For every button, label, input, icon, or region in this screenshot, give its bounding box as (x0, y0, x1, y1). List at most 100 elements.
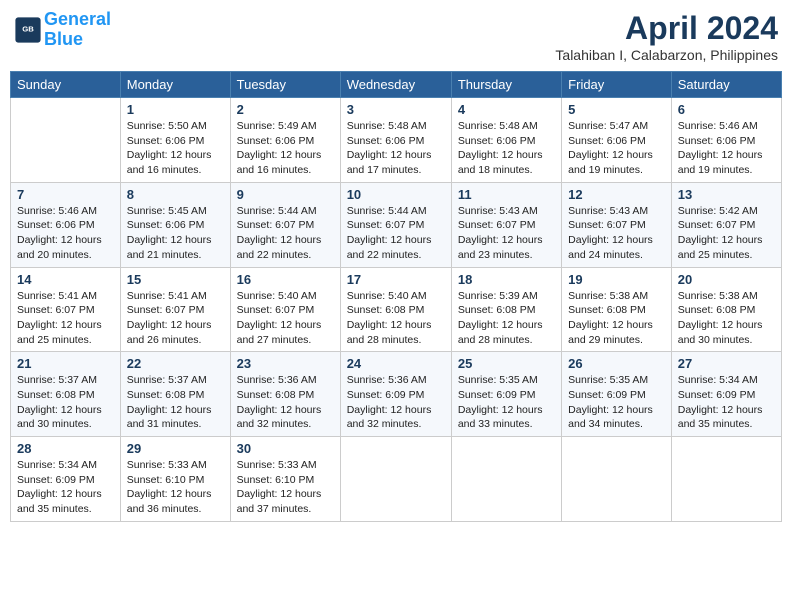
day-info: Sunrise: 5:47 AM Sunset: 6:06 PM Dayligh… (568, 119, 665, 178)
day-number: 23 (237, 356, 334, 371)
weekday-header-thursday: Thursday (451, 72, 561, 98)
day-number: 15 (127, 272, 224, 287)
day-number: 25 (458, 356, 555, 371)
calendar-cell: 5 Sunrise: 5:47 AM Sunset: 6:06 PM Daylig… (562, 98, 672, 183)
calendar-cell: 20Sunrise: 5:38 AM Sunset: 6:08 PM Dayli… (671, 267, 781, 352)
day-info: Sunrise: 5:43 AM Sunset: 6:07 PM Dayligh… (568, 204, 665, 263)
calendar-table: SundayMondayTuesdayWednesdayThursdayFrid… (10, 71, 782, 522)
day-number: 3 (347, 102, 445, 117)
weekday-header-monday: Monday (120, 72, 230, 98)
day-info: Sunrise: 5:33 AM Sunset: 6:10 PM Dayligh… (237, 458, 334, 517)
day-number: 8 (127, 187, 224, 202)
day-number: 26 (568, 356, 665, 371)
calendar-cell: 14 Sunrise: 5:41 AM Sunset: 6:07 PM Dayli… (11, 267, 121, 352)
day-info: Sunrise: 5:38 AM Sunset: 6:08 PM Dayligh… (568, 289, 665, 348)
day-info: Sunrise: 5:43 AM Sunset: 6:07 PM Dayligh… (458, 204, 555, 263)
calendar-cell (562, 437, 672, 522)
page-header: GB GeneralBlue April 2024 Talahiban I, C… (10, 10, 782, 63)
calendar-cell: 7 Sunrise: 5:46 AM Sunset: 6:06 PM Daylig… (11, 182, 121, 267)
calendar-week-5: 28 Sunrise: 5:34 AM Sunset: 6:09 PM Dayli… (11, 437, 782, 522)
calendar-cell: 8Sunrise: 5:45 AM Sunset: 6:06 PM Daylig… (120, 182, 230, 267)
calendar-cell: 22 Sunrise: 5:37 AM Sunset: 6:08 PM Dayli… (120, 352, 230, 437)
day-info: Sunrise: 5:48 AM Sunset: 6:06 PM Dayligh… (347, 119, 445, 178)
weekday-header-friday: Friday (562, 72, 672, 98)
day-number: 29 (127, 441, 224, 456)
calendar-cell (340, 437, 451, 522)
day-number: 27 (678, 356, 775, 371)
day-info: Sunrise: 5:41 AM Sunset: 6:07 PM Dayligh… (127, 289, 224, 348)
calendar-cell: 10Sunrise: 5:44 AM Sunset: 6:07 PM Dayli… (340, 182, 451, 267)
day-info: Sunrise: 5:34 AM Sunset: 6:09 PM Dayligh… (17, 458, 114, 517)
weekday-header-sunday: Sunday (11, 72, 121, 98)
calendar-cell: 21 Sunrise: 5:37 AM Sunset: 6:08 PM Dayli… (11, 352, 121, 437)
day-info: Sunrise: 5:42 AM Sunset: 6:07 PM Dayligh… (678, 204, 775, 263)
day-info: Sunrise: 5:41 AM Sunset: 6:07 PM Dayligh… (17, 289, 114, 348)
day-number: 2 (237, 102, 334, 117)
calendar-cell: 17Sunrise: 5:40 AM Sunset: 6:08 PM Dayli… (340, 267, 451, 352)
day-info: Sunrise: 5:44 AM Sunset: 6:07 PM Dayligh… (237, 204, 334, 263)
day-number: 21 (17, 356, 114, 371)
day-number: 16 (237, 272, 334, 287)
calendar-cell: 15 Sunrise: 5:41 AM Sunset: 6:07 PM Dayli… (120, 267, 230, 352)
day-info: Sunrise: 5:33 AM Sunset: 6:10 PM Dayligh… (127, 458, 224, 517)
day-number: 1 (127, 102, 224, 117)
day-number: 18 (458, 272, 555, 287)
calendar-cell (671, 437, 781, 522)
calendar-cell: 1 Sunrise: 5:50 AM Sunset: 6:06 PM Daylig… (120, 98, 230, 183)
calendar-cell: 6 Sunrise: 5:46 AM Sunset: 6:06 PM Daylig… (671, 98, 781, 183)
calendar-cell: 12Sunrise: 5:43 AM Sunset: 6:07 PM Dayli… (562, 182, 672, 267)
calendar-cell: 2 Sunrise: 5:49 AM Sunset: 6:06 PM Daylig… (230, 98, 340, 183)
day-number: 28 (17, 441, 114, 456)
calendar-cell: 11 Sunrise: 5:43 AM Sunset: 6:07 PM Dayli… (451, 182, 561, 267)
calendar-cell: 3 Sunrise: 5:48 AM Sunset: 6:06 PM Daylig… (340, 98, 451, 183)
calendar-cell: 9 Sunrise: 5:44 AM Sunset: 6:07 PM Daylig… (230, 182, 340, 267)
calendar-header-row: SundayMondayTuesdayWednesdayThursdayFrid… (11, 72, 782, 98)
weekday-header-tuesday: Tuesday (230, 72, 340, 98)
calendar-week-1: 1 Sunrise: 5:50 AM Sunset: 6:06 PM Daylig… (11, 98, 782, 183)
day-number: 22 (127, 356, 224, 371)
day-info: Sunrise: 5:39 AM Sunset: 6:08 PM Dayligh… (458, 289, 555, 348)
calendar-cell: 23 Sunrise: 5:36 AM Sunset: 6:08 PM Dayli… (230, 352, 340, 437)
day-info: Sunrise: 5:37 AM Sunset: 6:08 PM Dayligh… (17, 373, 114, 432)
day-info: Sunrise: 5:36 AM Sunset: 6:08 PM Dayligh… (237, 373, 334, 432)
weekday-header-wednesday: Wednesday (340, 72, 451, 98)
calendar-cell: 19Sunrise: 5:38 AM Sunset: 6:08 PM Dayli… (562, 267, 672, 352)
month-title: April 2024 (555, 10, 778, 47)
day-number: 11 (458, 187, 555, 202)
day-number: 9 (237, 187, 334, 202)
day-number: 6 (678, 102, 775, 117)
day-info: Sunrise: 5:50 AM Sunset: 6:06 PM Dayligh… (127, 119, 224, 178)
day-info: Sunrise: 5:37 AM Sunset: 6:08 PM Dayligh… (127, 373, 224, 432)
day-number: 24 (347, 356, 445, 371)
title-block: April 2024 Talahiban I, Calabarzon, Phil… (555, 10, 778, 63)
calendar-cell: 18 Sunrise: 5:39 AM Sunset: 6:08 PM Dayli… (451, 267, 561, 352)
calendar-body: 1 Sunrise: 5:50 AM Sunset: 6:06 PM Daylig… (11, 98, 782, 522)
calendar-cell: 30 Sunrise: 5:33 AM Sunset: 6:10 PM Dayli… (230, 437, 340, 522)
calendar-week-2: 7 Sunrise: 5:46 AM Sunset: 6:06 PM Daylig… (11, 182, 782, 267)
calendar-cell: 13 Sunrise: 5:42 AM Sunset: 6:07 PM Dayli… (671, 182, 781, 267)
calendar-cell: 24 Sunrise: 5:36 AM Sunset: 6:09 PM Dayli… (340, 352, 451, 437)
day-info: Sunrise: 5:35 AM Sunset: 6:09 PM Dayligh… (458, 373, 555, 432)
day-info: Sunrise: 5:36 AM Sunset: 6:09 PM Dayligh… (347, 373, 445, 432)
day-info: Sunrise: 5:46 AM Sunset: 6:06 PM Dayligh… (17, 204, 114, 263)
calendar-cell (11, 98, 121, 183)
day-info: Sunrise: 5:40 AM Sunset: 6:07 PM Dayligh… (237, 289, 334, 348)
calendar-week-3: 14 Sunrise: 5:41 AM Sunset: 6:07 PM Dayli… (11, 267, 782, 352)
logo: GB GeneralBlue (14, 10, 111, 50)
calendar-cell: 16 Sunrise: 5:40 AM Sunset: 6:07 PM Dayli… (230, 267, 340, 352)
day-number: 5 (568, 102, 665, 117)
day-info: Sunrise: 5:40 AM Sunset: 6:08 PM Dayligh… (347, 289, 445, 348)
calendar-cell: 29 Sunrise: 5:33 AM Sunset: 6:10 PM Dayli… (120, 437, 230, 522)
calendar-cell: 4Sunrise: 5:48 AM Sunset: 6:06 PM Daylig… (451, 98, 561, 183)
day-info: Sunrise: 5:49 AM Sunset: 6:06 PM Dayligh… (237, 119, 334, 178)
day-number: 13 (678, 187, 775, 202)
calendar-cell: 27Sunrise: 5:34 AM Sunset: 6:09 PM Dayli… (671, 352, 781, 437)
day-info: Sunrise: 5:46 AM Sunset: 6:06 PM Dayligh… (678, 119, 775, 178)
day-number: 30 (237, 441, 334, 456)
calendar-cell: 28 Sunrise: 5:34 AM Sunset: 6:09 PM Dayli… (11, 437, 121, 522)
day-number: 10 (347, 187, 445, 202)
day-number: 14 (17, 272, 114, 287)
location: Talahiban I, Calabarzon, Philippines (555, 47, 778, 63)
logo-text: GeneralBlue (44, 10, 111, 50)
day-number: 7 (17, 187, 114, 202)
